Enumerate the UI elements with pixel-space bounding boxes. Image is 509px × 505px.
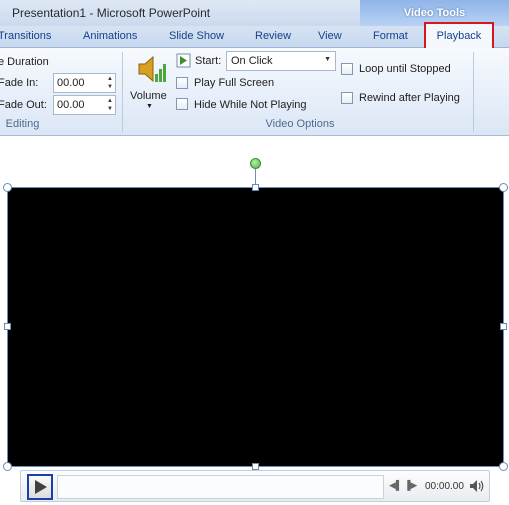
fade-out-value: 00.00: [57, 99, 85, 111]
seek-track[interactable]: [57, 475, 384, 499]
rotation-handle[interactable]: [250, 158, 261, 169]
group-separator: [122, 52, 123, 132]
fade-in-spinner[interactable]: 00.00 ▲ ▼: [53, 73, 116, 93]
tab-animations[interactable]: Animations: [83, 30, 137, 42]
resize-handle-top-right[interactable]: [499, 183, 508, 192]
ribbon-panel: e Duration Fade In: 00.00 ▲ ▼ Fade Out: 0…: [0, 48, 509, 136]
loop-until-stopped-label: Loop until Stopped: [359, 63, 451, 75]
loop-until-stopped-checkbox[interactable]: [341, 63, 353, 75]
tab-slide-show[interactable]: Slide Show: [169, 30, 224, 42]
tab-review[interactable]: Review: [255, 30, 291, 42]
play-icon: [35, 480, 47, 494]
resize-handle-top[interactable]: [252, 184, 259, 191]
start-label: Start:: [195, 55, 222, 67]
media-player-bar: ◀▌ ▐▶ 00:00.00: [20, 470, 490, 502]
skip-forward-icon[interactable]: ▐▶: [404, 480, 417, 491]
window-title: Presentation1 - Microsoft PowerPoint: [12, 6, 211, 20]
tab-transitions[interactable]: Transitions: [0, 30, 51, 42]
play-button[interactable]: [27, 474, 53, 500]
resize-handle-bottom-left[interactable]: [3, 462, 12, 471]
volume-icon[interactable]: [469, 479, 485, 493]
volume-dropdown-icon: ▼: [146, 103, 153, 110]
resize-handle-left[interactable]: [4, 323, 11, 330]
skip-back-icon[interactable]: ◀▌: [389, 480, 402, 491]
volume-label: Volume: [130, 90, 167, 102]
fade-out-label: Fade Out:: [0, 99, 47, 111]
resize-handle-right[interactable]: [500, 323, 507, 330]
video-tools-label: Video Tools: [403, 7, 466, 19]
resize-handle-top-left[interactable]: [3, 183, 12, 192]
fade-out-spinner[interactable]: 00.00 ▲ ▼: [53, 95, 116, 115]
editing-group-label: Editing: [5, 118, 40, 130]
start-value: On Click: [231, 55, 273, 67]
resize-handle-bottom[interactable]: [252, 463, 259, 470]
hide-while-not-playing-label: Hide While Not Playing: [194, 99, 307, 111]
play-full-screen-label: Play Full Screen: [194, 77, 275, 89]
speaker-volume-icon: [138, 55, 166, 83]
volume-button[interactable]: Volume ▼: [128, 50, 172, 114]
start-icon: [176, 53, 191, 68]
start-dropdown[interactable]: On Click ▼: [226, 51, 336, 71]
rewind-after-playing-label: Rewind after Playing: [359, 92, 460, 104]
tab-playback[interactable]: Playback: [424, 22, 494, 50]
chevron-down-icon: ▼: [324, 56, 331, 63]
playback-time: 00:00.00: [425, 481, 464, 492]
rewind-after-playing-checkbox[interactable]: [341, 92, 353, 104]
tab-format[interactable]: Format: [373, 30, 408, 42]
duration-label: e Duration: [0, 56, 49, 68]
video-options-group-label: Video Options: [265, 118, 335, 130]
spinner-arrows-icon[interactable]: ▲ ▼: [107, 97, 113, 113]
tab-view[interactable]: View: [318, 30, 342, 42]
video-frame[interactable]: [8, 188, 503, 466]
fade-in-label: Fade In:: [0, 77, 39, 89]
fade-in-value: 00.00: [57, 77, 85, 89]
group-separator: [473, 52, 474, 132]
play-full-screen-checkbox[interactable]: [176, 77, 188, 89]
hide-while-not-playing-checkbox[interactable]: [176, 98, 188, 110]
spinner-arrows-icon[interactable]: ▲ ▼: [107, 75, 113, 91]
resize-handle-bottom-right[interactable]: [499, 462, 508, 471]
